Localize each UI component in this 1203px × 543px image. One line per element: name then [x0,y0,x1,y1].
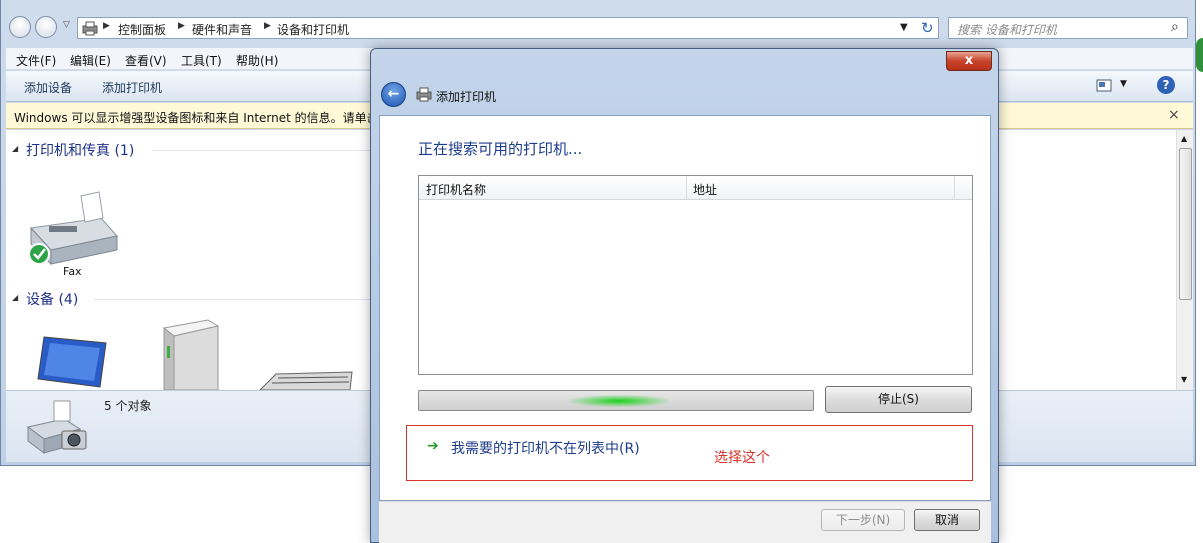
menu-help[interactable]: 帮助(H) [236,52,278,69]
printer-icon [416,87,432,102]
menu-tools[interactable]: 工具(T) [181,52,222,69]
object-count: 5 个对象 [104,399,152,413]
breadcrumb-devices-printers[interactable]: 设备和打印机 [277,21,349,38]
view-dropdown-icon[interactable]: ▼ [1120,79,1127,89]
search-input[interactable]: 搜索 设备和打印机 ⌕ [948,17,1188,39]
forward-button[interactable] [35,16,57,38]
collapse-group-icon[interactable]: ◢ [12,293,18,302]
background-window-edge [1196,38,1203,72]
group-printers-fax-header[interactable]: 打印机和传真 (1) [26,140,134,160]
scroll-down-icon[interactable]: ▼ [1181,375,1187,384]
computer-device-icon[interactable] [156,318,222,390]
keyboard-device-icon[interactable] [256,368,356,390]
breadcrumb-separator-icon: ▶ [264,21,271,31]
add-printer-dialog: x ← 添加打印机 正在搜索可用的打印机... 打印机名称 地址 停止(S) ➔… [370,48,999,543]
close-icon[interactable]: × [1168,107,1180,123]
not-listed-option[interactable]: ➔ 我需要的打印机不在列表中(R) 选择这个 [406,425,973,481]
column-address[interactable]: 地址 [693,181,717,198]
breadcrumb-separator-icon: ▶ [103,21,110,31]
collapse-group-icon[interactable]: ◢ [12,144,18,153]
fax-label: Fax [63,265,82,278]
column-divider[interactable] [954,176,955,200]
back-arrow-icon[interactable]: ← [381,82,406,107]
address-dropdown-icon[interactable]: ▼ [900,22,908,33]
scrollbar-thumb[interactable] [1179,148,1192,300]
help-icon[interactable]: ? [1157,76,1175,94]
searching-heading: 正在搜索可用的打印机... [418,140,583,158]
search-icon[interactable]: ⌕ [1171,19,1179,35]
scroll-up-icon[interactable]: ▲ [1181,134,1187,143]
view-options-icon[interactable] [1096,79,1112,93]
vertical-scrollbar[interactable]: ▲ ▼ [1176,130,1193,390]
column-divider[interactable] [686,176,687,200]
fax-device-icon [28,191,118,266]
menu-edit[interactable]: 编辑(E) [70,52,111,69]
back-button[interactable] [9,16,31,38]
group-divider [94,299,372,300]
dialog-footer: 下一步(N) 取消 [379,501,991,543]
printer-list-header: 打印机名称 地址 [419,176,972,200]
refresh-icon[interactable]: ↻ [921,19,934,37]
close-button[interactable]: x [946,51,992,71]
menu-file[interactable]: 文件(F) [16,52,56,69]
progress-glow [569,395,669,407]
address-bar[interactable]: ▶ 控制面板 ▶ 硬件和声音 ▶ 设备和打印机 ▼ ↻ [77,17,939,39]
breadcrumb-separator-icon: ▶ [178,21,185,31]
menu-view[interactable]: 查看(V) [125,52,167,69]
dialog-title: 添加打印机 [436,90,497,104]
search-progress-bar [418,390,814,411]
stop-button[interactable]: 停止(S) [825,386,972,413]
add-printer-button[interactable]: 添加打印机 [102,79,162,96]
group-divider [152,150,372,151]
printer-list[interactable]: 打印机名称 地址 [418,175,973,375]
info-bar-text: Windows 可以显示增强型设备图标和来自 Internet 的信息。请单击 [14,111,379,125]
column-printer-name[interactable]: 打印机名称 [426,181,486,198]
monitor-device-icon[interactable] [36,335,110,390]
search-placeholder: 搜索 设备和打印机 [957,23,1057,37]
printer-camera-icon [26,400,87,454]
not-listed-link[interactable]: 我需要的打印机不在列表中(R) [451,438,640,458]
device-fax[interactable]: Fax [21,188,121,280]
devices-printers-icon [82,21,98,36]
add-device-button[interactable]: 添加设备 [24,79,72,96]
green-arrow-icon: ➔ [427,438,439,454]
dialog-body: 正在搜索可用的打印机... 打印机名称 地址 停止(S) ➔ 我需要的打印机不在… [379,115,991,501]
group-devices-header[interactable]: 设备 (4) [26,289,78,309]
breadcrumb-control-panel[interactable]: 控制面板 [118,21,166,38]
annotation-text: 选择这个 [714,450,770,466]
next-button[interactable]: 下一步(N) [821,509,905,531]
address-row: ▽ ▶ 控制面板 ▶ 硬件和声音 ▶ 设备和打印机 ▼ ↻ 搜索 设备和打印机 … [1,10,1197,46]
cancel-button[interactable]: 取消 [914,509,980,531]
breadcrumb-hardware-sound[interactable]: 硬件和声音 [192,21,252,38]
history-dropdown-icon[interactable]: ▽ [63,20,70,30]
